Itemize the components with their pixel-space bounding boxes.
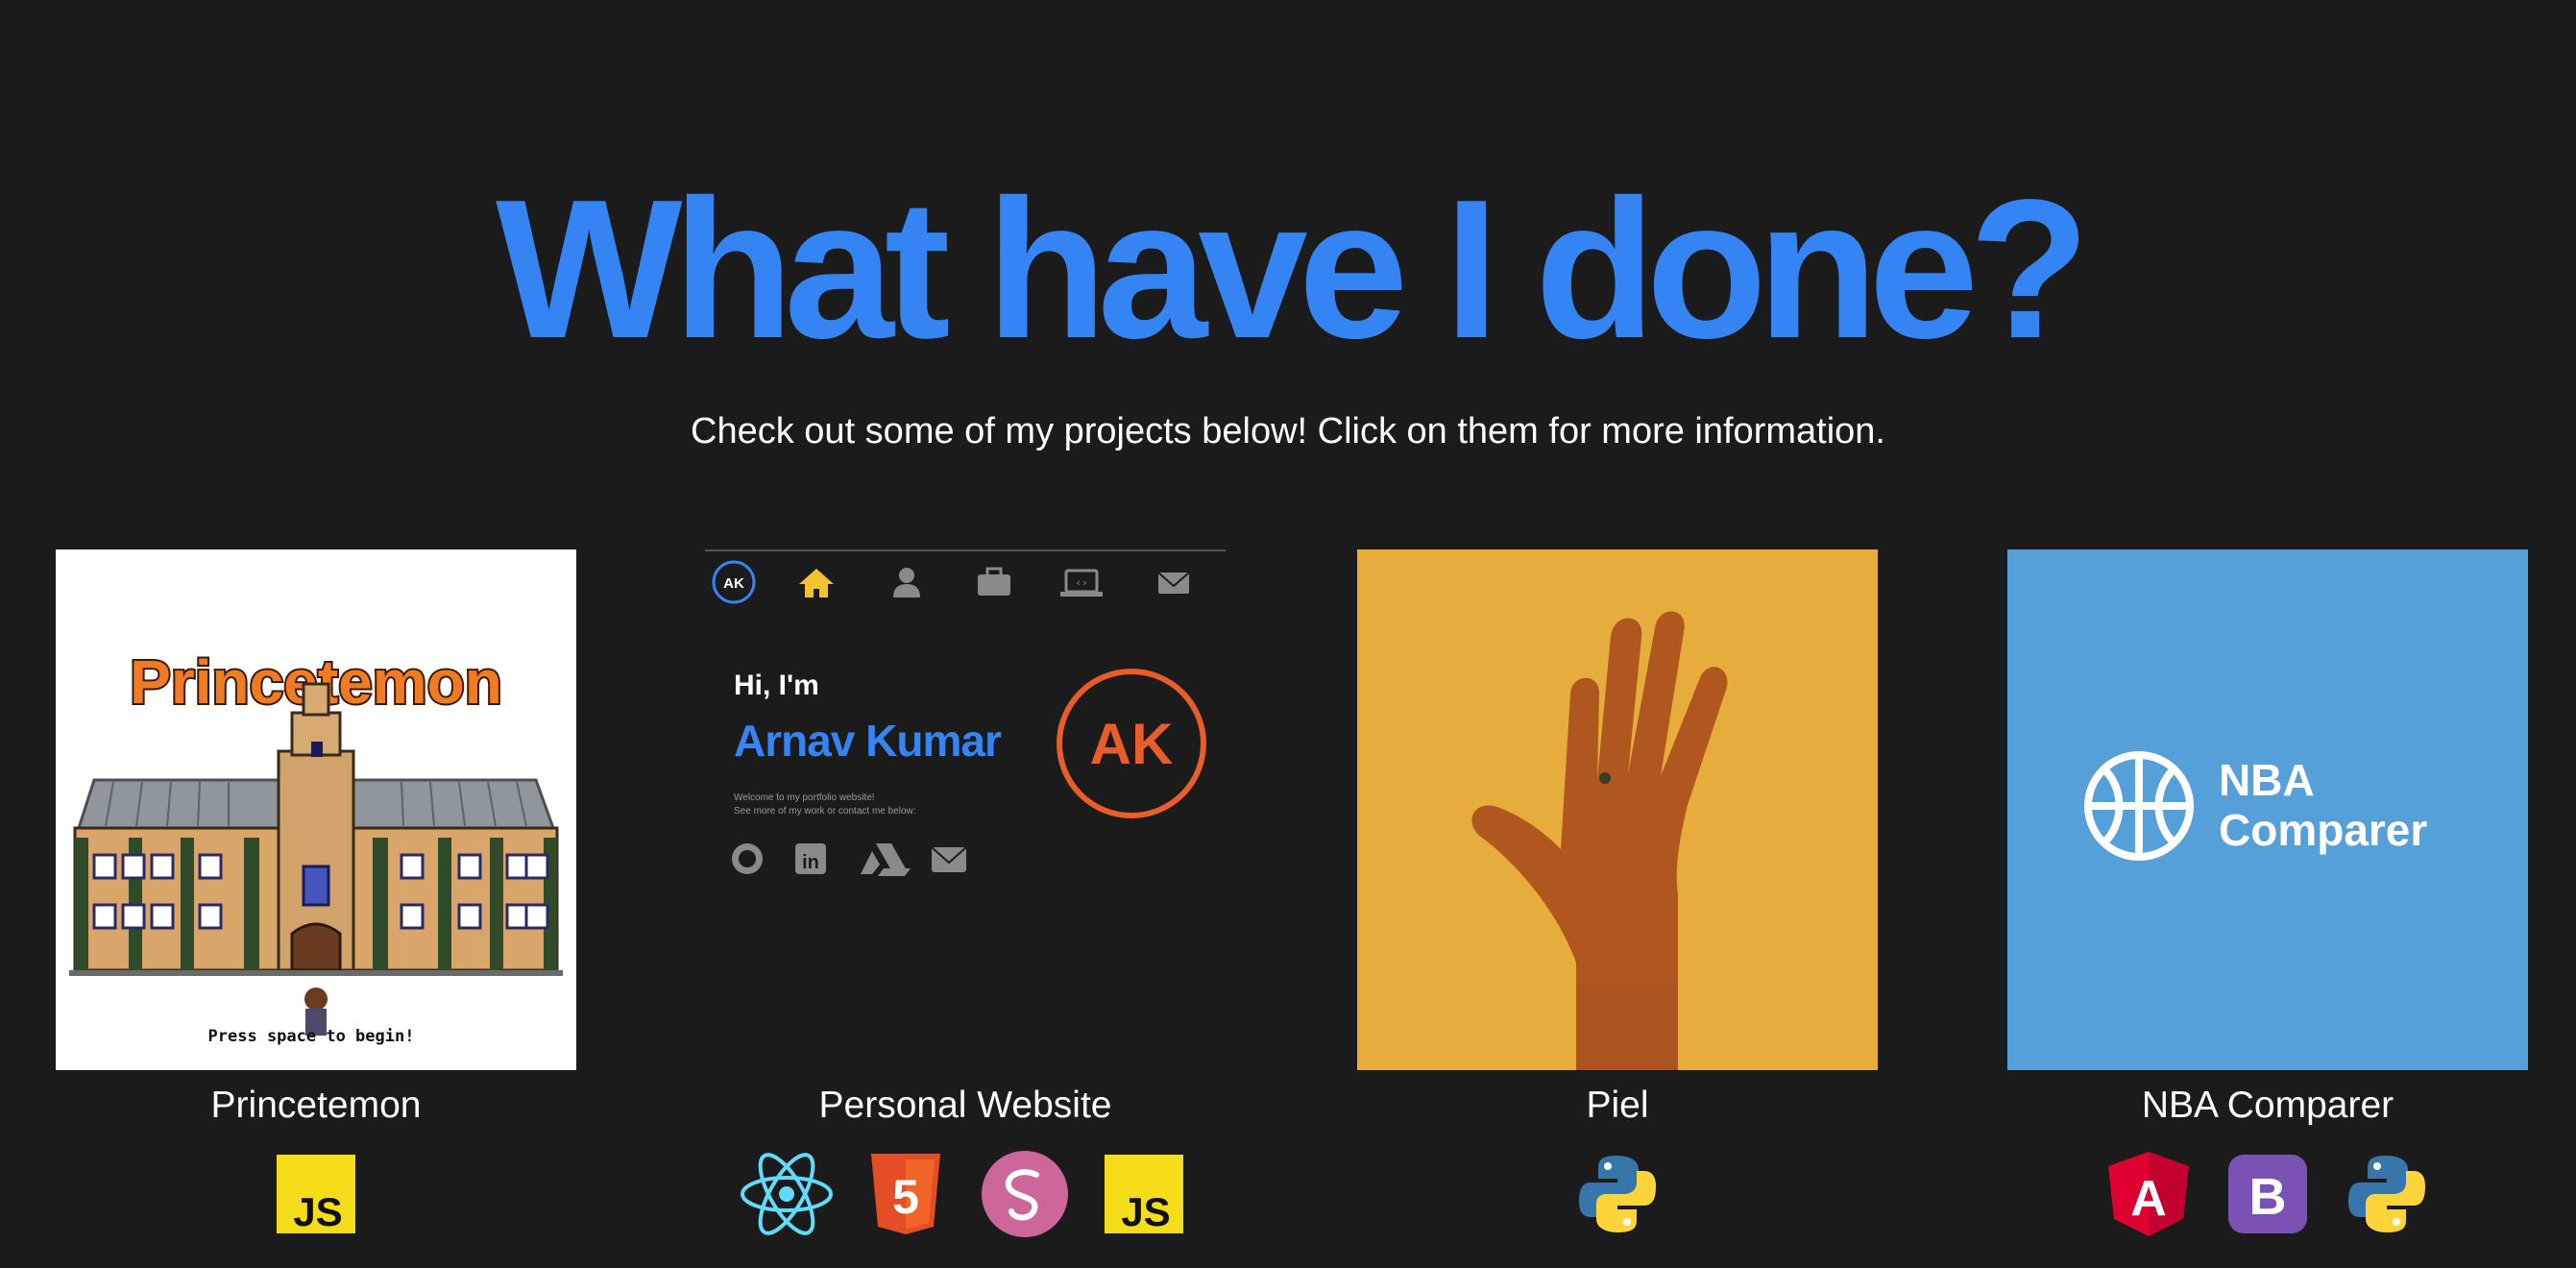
nba-logo-text: NBA Comparer — [2219, 755, 2428, 855]
princetemon-building-image: Princetemon Press space to begin! — [69, 646, 563, 1046]
python-icon — [2338, 1150, 2436, 1238]
javascript-label: JS — [1121, 1189, 1170, 1233]
briefcase-icon — [978, 567, 1010, 596]
python-icon — [1568, 1150, 1666, 1238]
princetemon-caption: Press space to begin! — [208, 1027, 415, 1046]
nav-badge-text: AK — [723, 575, 744, 592]
project-title[interactable]: Princetemon — [56, 1083, 576, 1129]
project-card-nba-comparer[interactable]: NBA Comparer NBA Comparer A B — [2007, 549, 2528, 1236]
project-thumbnail-personal-website[interactable]: AK ‹› Hi, I'm Arnav Kumar Welcome to my … — [705, 549, 1226, 1070]
bootstrap-label: B — [2249, 1168, 2287, 1226]
project-thumbnail-nba-comparer[interactable]: NBA Comparer — [2007, 549, 2528, 1070]
html5-icon: 5 — [857, 1150, 955, 1238]
project-card-piel[interactable]: Piel — [1357, 549, 1878, 1232]
github-icon — [732, 843, 763, 874]
user-icon — [893, 568, 920, 597]
javascript-label: JS — [293, 1189, 342, 1233]
basketball-icon — [2084, 751, 2194, 861]
tech-stack: A B — [2007, 1150, 2528, 1238]
home-icon — [799, 569, 834, 597]
react-icon — [738, 1150, 836, 1238]
angular-label: A — [2130, 1171, 2167, 1227]
hand-illustration — [1471, 611, 1728, 1070]
project-card-personal-website[interactable]: AK ‹› Hi, I'm Arnav Kumar Welcome to my … — [705, 549, 1226, 1237]
laptop-code-icon: ‹› — [1060, 569, 1103, 597]
email-icon — [931, 846, 967, 872]
tech-stack — [1357, 1150, 1878, 1238]
project-thumbnail-princetemon[interactable]: Princetemon Press space to begin! — [56, 549, 576, 1070]
envelope-icon — [1157, 572, 1190, 594]
website-greeting: Hi, I'm — [734, 670, 819, 701]
website-nav-preview: AK ‹› — [705, 549, 1226, 609]
svg-text:‹›: ‹› — [1075, 576, 1087, 589]
website-welcome-text: Welcome to my portfolio website! See mor… — [734, 792, 916, 817]
javascript-icon: JS — [267, 1150, 365, 1238]
project-title[interactable]: Personal Website — [705, 1083, 1226, 1129]
project-title[interactable]: NBA Comparer — [2007, 1083, 2528, 1129]
angular-icon: A — [2100, 1150, 2198, 1238]
website-avatar-circle: AK — [1057, 669, 1206, 818]
javascript-icon: JS — [1095, 1150, 1193, 1238]
project-title[interactable]: Piel — [1357, 1083, 1878, 1129]
page-title: What have I done? — [496, 158, 2090, 379]
svg-text:in: in — [802, 852, 819, 873]
project-card-princetemon[interactable]: Princetemon Press space to begin! Prince… — [56, 549, 576, 1233]
tech-stack: JS — [56, 1150, 576, 1238]
linkedin-icon: in — [795, 843, 826, 874]
page-subtitle: Check out some of my projects below! Cli… — [691, 411, 1885, 451]
website-person-name: Arnav Kumar — [734, 716, 1002, 766]
html5-label: 5 — [892, 1170, 919, 1224]
google-drive-icon — [861, 843, 911, 876]
sass-icon — [976, 1150, 1074, 1238]
project-thumbnail-piel[interactable] — [1357, 549, 1878, 1070]
website-social-icons: in — [732, 843, 967, 876]
tech-stack: 5 JS — [705, 1150, 1226, 1238]
bootstrap-icon: B — [2219, 1150, 2317, 1238]
